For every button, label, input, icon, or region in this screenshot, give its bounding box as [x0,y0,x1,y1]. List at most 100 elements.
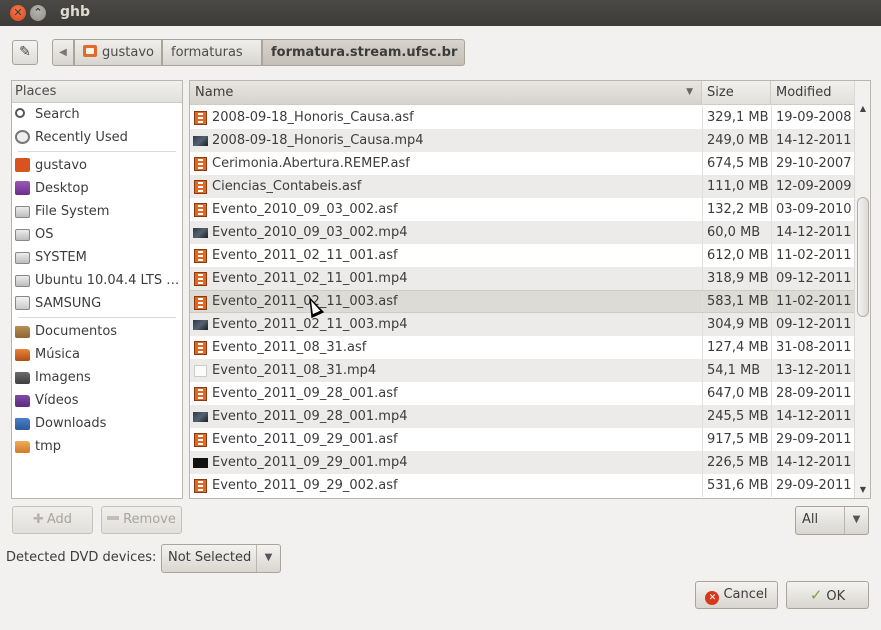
place-ubuntu[interactable]: Ubuntu 10.04.4 LTS … [12,269,182,292]
chevron-down-icon: ▼ [844,507,868,534]
file-size: 318,9 MB [707,271,769,286]
file-row[interactable]: Evento_2011_02_11_001.mp4 318,9 MB 09-12-2… [190,267,854,290]
file-row[interactable]: Evento_2011_09_29_002.asf 531,6 MB 29-09-2… [190,474,854,497]
file-list-scrollbar[interactable]: ▲ ▼ [854,81,870,498]
file-row[interactable]: Evento_2011_02_11_003.asf 583,1 MB 11-02-2… [190,290,854,313]
file-row[interactable]: Evento_2011_08_31.mp4 54,1 MB 13-12-2011 [190,359,854,382]
file-size: 612,0 MB [707,248,769,263]
file-row[interactable]: Evento_2011_08_31.asf 127,4 MB 31-08-2011 [190,336,854,359]
place-search[interactable]: Search [12,103,182,126]
file-row[interactable]: Cerimonia.Abertura.REMEP.asf 674,5 MB 29-1… [190,152,854,175]
drive-icon [15,206,30,218]
file-row[interactable]: Evento_2011_02_11_001.asf 612,0 MB 11-02-2… [190,244,854,267]
place-musica[interactable]: Música [12,343,182,366]
type-location-button[interactable]: ✎ [12,40,38,65]
chevron-down-icon: ▼ [256,545,280,572]
crumb-formatura-stream[interactable]: formatura.stream.ufsc.br [262,39,465,66]
column-header-name[interactable]: Name ▼ [190,81,702,104]
file-row[interactable]: Evento_2010_09_03_002.mp4 60,0 MB 14-12-20… [190,221,854,244]
folder-icon [15,441,30,453]
remove-bookmark-button[interactable]: Remove [101,506,182,534]
place-imagens[interactable]: Imagens [12,366,182,389]
drive-icon [15,252,30,264]
file-row[interactable]: Evento_2010_09_03_002.asf 132,2 MB 03-09-2… [190,198,854,221]
place-home[interactable]: gustavo [12,154,182,177]
place-file-system[interactable]: File System [12,200,182,223]
place-videos[interactable]: Vídeos [12,389,182,412]
file-row[interactable]: Evento_2011_02_11_003.mp4 304,9 MB 09-12-2… [190,313,854,336]
file-row[interactable]: Evento_2011_09_29_001.asf 917,5 MB 29-09-2… [190,428,854,451]
file-row[interactable]: Evento_2011_09_28_001.mp4 245,5 MB 14-12-2… [190,405,854,428]
scroll-up-icon[interactable]: ▲ [855,101,870,117]
ok-button[interactable]: ✓ OK [786,581,869,609]
place-recently-used[interactable]: Recently Used [12,126,182,149]
video-file-icon [194,157,207,171]
file-filter-select[interactable]: All ▼ [795,506,869,535]
column-header-modified[interactable]: Modified [771,81,854,104]
scrollbar-thumb[interactable] [857,197,869,317]
video-file-icon [194,433,207,447]
file-row[interactable]: Ciencias_Contabeis.asf 111,0 MB 12-09-2009 [190,175,854,198]
file-size: 674,5 MB [707,156,769,171]
file-row[interactable]: Evento_2011_09_29_001.mp4 226,5 MB 14-12-2… [190,451,854,474]
place-tmp[interactable]: tmp [12,435,182,458]
drive-icon [15,275,30,287]
place-downloads[interactable]: Downloads [12,412,182,435]
close-window-button[interactable]: ✕ [10,5,26,21]
cancel-button[interactable]: ✕ Cancel [695,581,778,609]
column-divider [771,405,772,428]
file-modified: 29-09-2011 [776,478,852,493]
usb-icon [15,296,30,310]
dark-thumbnail-icon [193,458,208,468]
file-row[interactable]: Evento_2011_09_28_001.asf 647,0 MB 28-09-2… [190,382,854,405]
home-folder-icon [83,45,97,57]
crumb-label: formaturas [171,45,243,60]
scroll-down-icon[interactable]: ▼ [855,482,870,498]
file-size: 226,5 MB [707,455,769,470]
place-label: File System [35,204,110,219]
crumb-gustavo[interactable]: gustavo [74,39,162,66]
pencil-icon: ✎ [19,44,31,60]
places-header: Places [12,81,182,103]
place-label: Imagens [35,370,91,385]
column-header-size[interactable]: Size [702,81,771,104]
file-size: 132,2 MB [707,202,769,217]
place-label: Desktop [35,181,89,196]
button-label: Cancel [723,587,768,602]
title-bar: ✕ ⌃ ghb [0,0,881,26]
place-documentos[interactable]: Documentos [12,320,182,343]
video-file-icon [194,203,207,217]
file-row[interactable]: 2008-09-18_Honoris_Causa.mp4 249,0 MB 14-1… [190,129,854,152]
column-divider [702,291,703,312]
add-bookmark-button[interactable]: ✚ Add [12,506,93,534]
search-icon [15,108,25,118]
video-thumbnail-icon [193,136,208,146]
place-label: SAMSUNG [35,296,102,311]
place-system[interactable]: SYSTEM [12,246,182,269]
crumb-formaturas[interactable]: formaturas [162,39,262,66]
place-os[interactable]: OS [12,223,182,246]
file-name: Evento_2011_09_29_001.mp4 [212,455,408,470]
minimize-window-button[interactable]: ⌃ [30,5,46,21]
column-divider [771,428,772,451]
place-samsung[interactable]: SAMSUNG [12,292,182,315]
column-divider [771,198,772,221]
column-divider [771,359,772,382]
video-file-icon [194,111,207,125]
file-row[interactable]: 2008-09-18_Honoris_Causa.asf 329,1 MB 19-0… [190,106,854,129]
column-divider [702,175,703,198]
column-divider [771,106,772,129]
file-size: 54,1 MB [707,363,761,378]
path-scroll-left-button[interactable]: ◀ [52,39,74,66]
column-divider [702,428,703,451]
minus-icon [107,516,120,520]
file-list: Name ▼ Size Modified 2008-09-18_Honoris_C… [189,80,871,499]
pictures-folder-icon [15,372,30,384]
places-sidebar: Places Search Recently Used gustavo Desk… [11,80,183,499]
file-name: Cerimonia.Abertura.REMEP.asf [212,156,410,171]
file-size: 304,9 MB [707,317,769,332]
dvd-devices-select[interactable]: Not Selected ▼ [161,544,281,573]
column-divider [771,175,772,198]
place-desktop[interactable]: Desktop [12,177,182,200]
file-name: Evento_2011_09_29_001.asf [212,432,398,447]
